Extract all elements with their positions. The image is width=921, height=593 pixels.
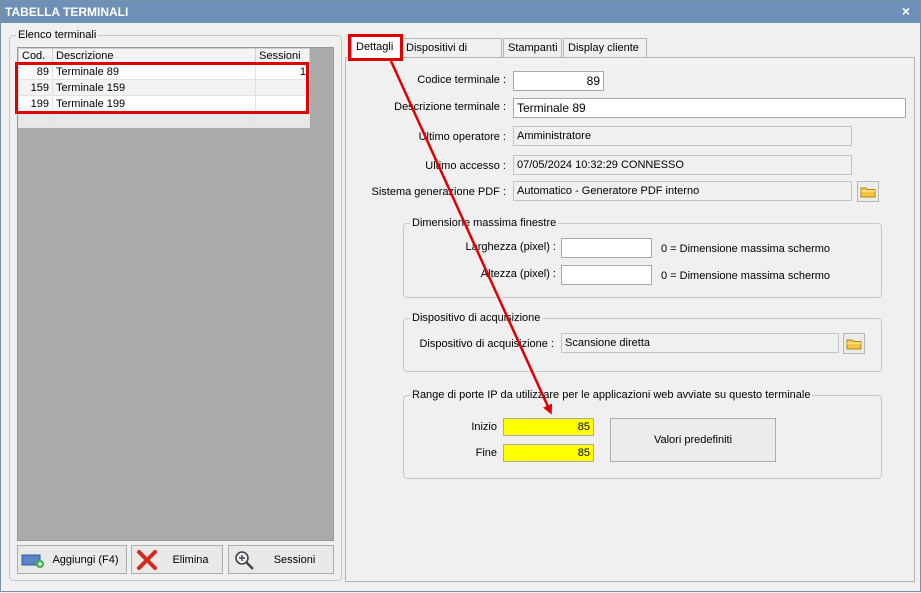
add-record-icon bbox=[21, 550, 45, 570]
height-hint: 0 = Dimensione massima schermo bbox=[661, 270, 831, 282]
terminal-list-title: Elenco terminali bbox=[16, 29, 99, 41]
last-access-label: Ultimo accesso : bbox=[425, 160, 506, 172]
max-window-group: Dimensione massima finestre bbox=[403, 217, 882, 298]
delete-button-label: Elimina bbox=[172, 553, 209, 566]
tab-printers[interactable]: Stampanti bbox=[503, 38, 562, 57]
port-end-field[interactable]: 85 bbox=[503, 444, 594, 462]
row-desc: Terminale 159 bbox=[52, 79, 256, 96]
table-row[interactable]: 199 Terminale 199 bbox=[18, 95, 310, 112]
table-new-row[interactable] bbox=[18, 111, 310, 128]
width-label: Larghezza (pixel) : bbox=[465, 241, 557, 253]
terminal-table-window: TABELLA TERMINALI × Elenco terminali Cod… bbox=[0, 0, 921, 592]
last-operator-field: Amministratore bbox=[513, 126, 852, 146]
empty-cell bbox=[52, 111, 256, 128]
tab-details[interactable]: Dettagli bbox=[351, 35, 401, 58]
column-header-cod[interactable]: Cod. bbox=[18, 48, 53, 64]
code-field[interactable]: 89 bbox=[513, 71, 604, 91]
tab-customer-display[interactable]: Display cliente bbox=[563, 38, 647, 57]
height-label: Altezza (pixel) : bbox=[480, 268, 556, 280]
column-header-sessions[interactable]: Sessioni bbox=[255, 48, 310, 64]
height-field[interactable] bbox=[561, 265, 652, 285]
port-start-label: Inizio bbox=[471, 421, 497, 433]
row-desc: Terminale 199 bbox=[52, 95, 256, 112]
row-sessions bbox=[255, 79, 310, 96]
add-button[interactable]: Aggiungi (F4) bbox=[17, 545, 127, 574]
window-titlebar: TABELLA TERMINALI × bbox=[1, 1, 920, 23]
empty-cell bbox=[255, 111, 310, 128]
acquisition-title: Dispositivo di acquisizione bbox=[410, 312, 543, 324]
tab-cash-devices[interactable]: Dispositivi di cassa bbox=[401, 38, 502, 72]
pdf-browse-button[interactable] bbox=[857, 181, 879, 202]
width-hint: 0 = Dimensione massima schermo bbox=[661, 243, 831, 255]
description-field[interactable]: Terminale 89 bbox=[513, 98, 906, 118]
delete-x-icon bbox=[135, 549, 159, 570]
port-end-label: Fine bbox=[475, 447, 497, 459]
table-row[interactable]: 89 Terminale 89 1 bbox=[18, 63, 310, 80]
defaults-button[interactable]: Valori predefiniti bbox=[610, 418, 776, 462]
row-cod: 199 bbox=[18, 95, 53, 112]
terminal-grid[interactable]: Cod. Descrizione Sessioni 89 Terminale 8… bbox=[17, 47, 334, 541]
empty-cell bbox=[18, 111, 53, 128]
folder-icon bbox=[846, 339, 862, 349]
add-button-label: Aggiungi (F4) bbox=[52, 553, 119, 566]
delete-button[interactable]: Elimina bbox=[131, 545, 223, 574]
width-field[interactable] bbox=[561, 238, 652, 258]
acquisition-label: Dispositivo di acquisizione : bbox=[419, 338, 554, 350]
sessions-button-label: Sessioni bbox=[273, 553, 316, 566]
window-title: TABELLA TERMINALI bbox=[5, 5, 129, 19]
code-label: Codice terminale : bbox=[417, 74, 506, 86]
row-desc: Terminale 89 bbox=[52, 63, 256, 80]
last-operator-label: Ultimo operatore : bbox=[418, 131, 506, 143]
sessions-button[interactable]: Sessioni bbox=[228, 545, 334, 574]
pdf-system-label: Sistema generazione PDF : bbox=[371, 186, 506, 198]
pdf-system-field: Automatico - Generatore PDF interno bbox=[513, 181, 852, 201]
ports-title: Range di porte IP da utilizzare per le a… bbox=[410, 389, 813, 401]
magnifier-icon bbox=[232, 550, 256, 570]
max-window-title: Dimensione massima finestre bbox=[410, 217, 559, 229]
row-cod: 89 bbox=[18, 63, 53, 80]
column-header-desc[interactable]: Descrizione bbox=[52, 48, 256, 64]
folder-icon bbox=[860, 187, 876, 197]
table-row[interactable]: 159 Terminale 159 bbox=[18, 79, 310, 96]
acquisition-browse-button[interactable] bbox=[843, 333, 865, 354]
table-header-row: Cod. Descrizione Sessioni bbox=[18, 48, 310, 64]
terminal-table: Cod. Descrizione Sessioni 89 Terminale 8… bbox=[18, 48, 310, 128]
row-sessions: 1 bbox=[255, 63, 310, 80]
port-start-field[interactable]: 85 bbox=[503, 418, 594, 436]
description-label: Descrizione terminale : bbox=[394, 101, 506, 113]
acquisition-field: Scansione diretta bbox=[561, 333, 839, 353]
row-sessions bbox=[255, 95, 310, 112]
close-icon[interactable]: × bbox=[898, 1, 914, 23]
row-cod: 159 bbox=[18, 79, 53, 96]
last-access-field: 07/05/2024 10:32:29 CONNESSO bbox=[513, 155, 852, 175]
